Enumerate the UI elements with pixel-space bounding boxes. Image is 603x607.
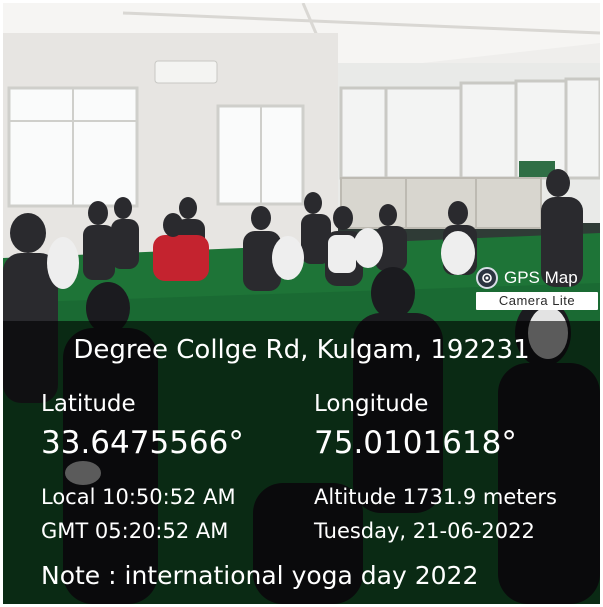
longitude-value: 75.0101618° [314, 425, 517, 461]
address-text: Degree Collge Rd, Kulgam, 192231 [73, 335, 530, 365]
badge-app-name: GPS Map [504, 268, 578, 287]
altitude-text: Altitude 1731.9 meters [314, 485, 557, 509]
latitude-value: 33.6475566° [41, 425, 244, 461]
gmt-time: GMT 05:20:52 AM [41, 519, 229, 543]
camera-pin-icon [476, 267, 498, 289]
badge-header: GPS Map [476, 266, 598, 290]
geotagged-photo: GPS Map Camera Lite Degree Collge Rd, Ku… [0, 0, 603, 607]
longitude-label: Longitude [314, 391, 429, 417]
badge-edition: Camera Lite [476, 292, 598, 310]
date-text: Tuesday, 21-06-2022 [314, 519, 535, 543]
latitude-label: Latitude [41, 391, 136, 417]
local-time: Local 10:50:52 AM [41, 485, 236, 509]
gps-map-camera-badge: GPS Map Camera Lite [476, 266, 598, 312]
note-text: Note : international yoga day 2022 [41, 561, 479, 590]
